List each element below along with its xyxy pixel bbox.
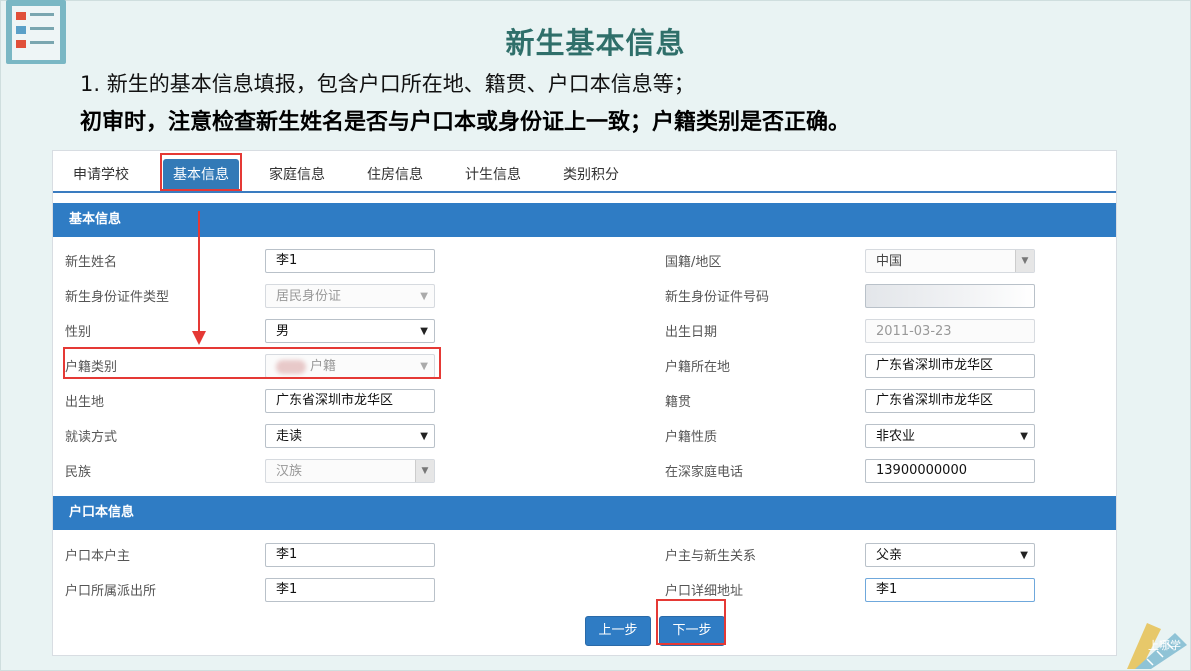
hukou-location-input[interactable] <box>865 354 1035 378</box>
nationality-select[interactable]: 中国 ▼ <box>865 249 1035 273</box>
highlight-next-button-box <box>656 599 726 645</box>
tab-housing-info[interactable]: 住房信息 <box>355 159 435 191</box>
label-native-place: 籍贯 <box>665 395 692 410</box>
label-ethnicity: 民族 <box>65 465 92 480</box>
label-birthplace: 出生地 <box>65 395 105 410</box>
nationality-value: 中国 <box>876 254 903 269</box>
birthplace-input[interactable] <box>265 389 435 413</box>
label-hukou-location: 户籍所在地 <box>665 360 731 375</box>
ethnicity-value: 汉族 <box>276 464 303 479</box>
native-place-input[interactable] <box>865 389 1035 413</box>
dropdown-arrow-icon: ▼ <box>1015 250 1034 272</box>
page-title: 新生基本信息 <box>505 26 686 60</box>
attendance-value: 走读 <box>276 429 303 444</box>
attendance-select[interactable]: 走读 ▼ <box>265 424 435 448</box>
tab-category-points[interactable]: 类别积分 <box>551 159 631 191</box>
instruction-line-1: 1. 新生的基本信息填报，包含户口所在地、籍贯、户口本信息等； <box>80 72 695 96</box>
id-type-value: 居民身份证 <box>276 289 342 304</box>
label-police-station: 户口所属派出所 <box>65 584 157 599</box>
relationship-value: 父亲 <box>876 548 903 563</box>
id-type-select[interactable]: 居民身份证 ▼ <box>265 284 435 308</box>
birth-date-field[interactable]: 2011-03-23 <box>865 319 1035 343</box>
label-relationship: 户主与新生关系 <box>665 549 757 564</box>
tab-family-info[interactable]: 家庭信息 <box>257 159 337 191</box>
red-arrow-down-icon <box>192 331 206 345</box>
label-home-phone: 在深家庭电话 <box>665 465 744 480</box>
police-station-input[interactable] <box>265 578 435 602</box>
hukou-nature-value: 非农业 <box>876 429 916 444</box>
form-panel: 申请学校 基本信息 家庭信息 住房信息 计生信息 类别积分 基本信息 新生姓名 … <box>52 150 1117 656</box>
student-name-input[interactable] <box>265 249 435 273</box>
label-nationality: 国籍/地区 <box>665 255 722 270</box>
dropdown-arrow-icon: ▼ <box>1020 431 1028 442</box>
home-phone-input[interactable] <box>865 459 1035 483</box>
label-attendance: 就读方式 <box>65 430 118 445</box>
ethnicity-select[interactable]: 汉族 ▼ <box>265 459 435 483</box>
dropdown-arrow-icon: ▼ <box>420 326 428 337</box>
birth-date-value: 2011-03-23 <box>876 324 952 339</box>
watermark-text: 上哪学 <box>1148 639 1181 652</box>
red-arrow-line <box>198 211 200 333</box>
label-birth-date: 出生日期 <box>665 325 718 340</box>
instruction-line-2: 初审时，注意检查新生姓名是否与户口本或身份证上一致；户籍类别是否正确。 <box>80 110 851 135</box>
tab-family-planning-info[interactable]: 计生信息 <box>453 159 533 191</box>
detailed-address-input[interactable] <box>865 578 1035 602</box>
label-id-type: 新生身份证件类型 <box>65 290 170 305</box>
dropdown-arrow-icon: ▼ <box>420 431 428 442</box>
label-detailed-address: 户口详细地址 <box>665 584 744 599</box>
label-id-number: 新生身份证件号码 <box>665 290 770 305</box>
label-household-head: 户口本户主 <box>65 549 131 564</box>
prev-step-button[interactable]: 上一步 <box>585 616 651 646</box>
label-student-name: 新生姓名 <box>65 255 118 270</box>
label-hukou-nature: 户籍性质 <box>665 430 718 445</box>
dropdown-arrow-icon: ▼ <box>1020 550 1028 561</box>
section-header-basic: 基本信息 <box>53 203 1116 237</box>
id-number-input[interactable] <box>865 284 1035 308</box>
highlight-tab-box <box>160 153 242 191</box>
relationship-select[interactable]: 父亲 ▼ <box>865 543 1035 567</box>
gender-select[interactable]: 男 ▼ <box>265 319 435 343</box>
hukou-nature-select[interactable]: 非农业 ▼ <box>865 424 1035 448</box>
label-gender: 性别 <box>65 325 92 340</box>
dropdown-arrow-icon: ▼ <box>420 291 428 302</box>
household-head-input[interactable] <box>265 543 435 567</box>
highlight-hukou-category-box <box>63 347 441 379</box>
dropdown-arrow-icon: ▼ <box>415 460 434 482</box>
gender-value: 男 <box>276 324 290 339</box>
tab-apply-school[interactable]: 申请学校 <box>61 159 141 191</box>
section-header-hukou: 户口本信息 <box>53 496 1116 530</box>
